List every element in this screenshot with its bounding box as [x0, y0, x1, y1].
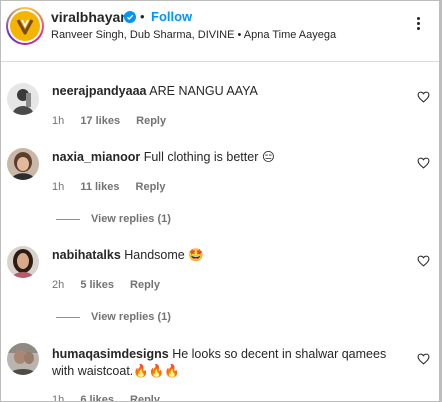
comment-likes[interactable]: 5 likes	[80, 279, 114, 291]
like-heart-icon[interactable]	[417, 157, 430, 169]
reply-button[interactable]: Reply	[136, 181, 166, 193]
commenter-avatar[interactable]	[7, 343, 39, 375]
comment-time: 2h	[52, 279, 65, 291]
like-heart-icon[interactable]	[417, 255, 430, 267]
more-options-icon[interactable]	[411, 15, 425, 33]
replies-divider-line	[56, 316, 80, 318]
verified-badge-icon	[124, 11, 136, 23]
comment-time: 1h	[52, 115, 65, 127]
brand-logo-icon	[10, 11, 40, 41]
audio-attribution[interactable]: Ranveer Singh, Dub Sharma, DIVINE • Apna…	[51, 29, 336, 41]
follow-button[interactable]: Follow	[151, 9, 192, 24]
view-replies-button[interactable]: View replies (1)	[56, 311, 171, 323]
commenter-avatar[interactable]	[7, 246, 39, 278]
view-replies-label: View replies (1)	[91, 311, 171, 323]
comment-likes[interactable]: 11 likes	[80, 181, 119, 193]
comment-text: Full clothing is better 😑	[143, 150, 275, 164]
post-comments-panel: viralbhayani • Follow Ranveer Singh, Dub…	[0, 0, 442, 402]
comment-username[interactable]: nabihatalks	[52, 248, 121, 262]
comment-time: 1h	[52, 394, 65, 402]
comment-username[interactable]: naxia_mianoor	[52, 150, 140, 164]
comment-text: ARE NANGU AAYA	[149, 84, 258, 98]
comment-likes[interactable]: 6 likes	[80, 394, 114, 401]
comment-text: Handsome 🤩	[124, 248, 204, 262]
account-avatar[interactable]	[6, 7, 44, 45]
commenter-avatar[interactable]	[7, 148, 39, 180]
header-divider	[1, 61, 439, 62]
replies-divider-line	[56, 218, 80, 220]
view-replies-button[interactable]: View replies (1)	[56, 213, 171, 225]
like-heart-icon[interactable]	[417, 91, 430, 103]
comment-likes[interactable]: 17 likes	[80, 115, 120, 127]
commenter-avatar[interactable]	[7, 83, 39, 115]
reply-button[interactable]: Reply	[130, 394, 160, 401]
account-username[interactable]: viralbhayani	[51, 9, 133, 25]
comment-username[interactable]: neerajpandyaaa	[52, 84, 147, 98]
separator-dot: •	[140, 9, 145, 24]
view-replies-label: View replies (1)	[91, 213, 171, 225]
like-heart-icon[interactable]	[417, 353, 430, 365]
reply-button[interactable]: Reply	[136, 115, 166, 127]
comment-username[interactable]: humaqasimdesigns	[52, 347, 169, 361]
reply-button[interactable]: Reply	[130, 279, 160, 291]
comment-time: 1h	[52, 181, 65, 193]
post-header: viralbhayani • Follow Ranveer Singh, Dub…	[1, 1, 439, 55]
